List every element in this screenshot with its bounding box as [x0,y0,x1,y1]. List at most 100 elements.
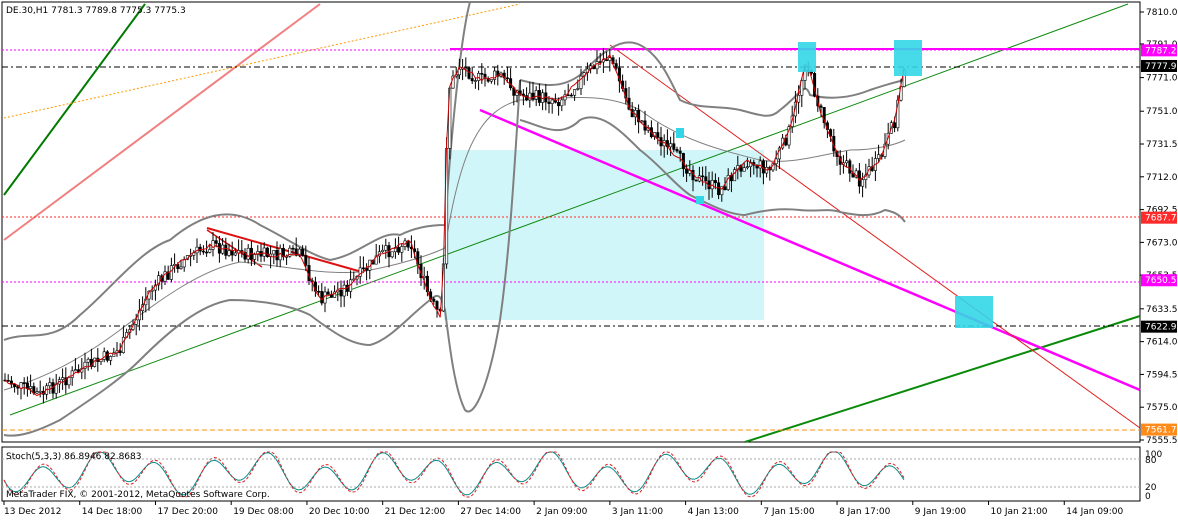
candle-body [246,247,250,260]
candle-body [669,143,673,148]
candle-body [550,99,554,104]
candle-body [397,247,401,253]
candle-body [848,160,852,174]
candle-body [13,384,17,387]
cyan-marker-box-1[interactable] [798,42,816,72]
candle-body [605,59,609,61]
time-tick-label: 27 Dec 14:00 [460,507,521,517]
metatrader-chart-window[interactable]: DE.30,H1 7781.3 7789.8 7775.3 7775.3 Sto… [0,0,1178,518]
candle-body [253,254,257,260]
cyan-marker-box-2[interactable] [894,40,922,76]
candle-body [205,251,209,254]
candle-body [262,247,266,257]
candle-body [672,143,676,150]
candle-body [614,63,618,69]
candle-body [861,179,865,187]
time-tick-label: 14 Jan 09:00 [1066,507,1123,517]
time-tick-label: 14 Dec 18:00 [82,507,143,517]
cyan-marker-box-3[interactable] [955,296,993,328]
time-tick-label: 10 Jan 21:00 [991,507,1048,517]
time-tick-label: 17 Dec 20:00 [157,507,218,517]
candle-body [224,244,228,256]
price-tick-label: 7575.0 [1146,403,1178,413]
candle-body [467,67,471,79]
candle-body [22,382,26,384]
candle-body [528,92,532,101]
stochastic-label: Stoch(5,3,3) 86.8946 82.8683 [6,452,141,462]
candle-body [576,88,580,90]
candle-body [233,252,237,256]
candle-body [464,67,468,70]
price-tick-label: 7810.0 [1146,8,1178,18]
candle-body [361,267,365,270]
price-tick-label: 7673.0 [1146,238,1178,248]
price-tick-label: 7614.0 [1146,338,1178,348]
candle-body [547,101,551,104]
candle-body [569,94,573,97]
candle-body [701,175,705,178]
price-tick-label: 7594.5 [1146,370,1178,380]
candle-body [109,356,113,361]
candle-body [505,77,509,80]
candle-body [214,240,218,244]
candle-body [61,377,65,380]
time-tick-label: 21 Dec 12:00 [385,507,446,517]
candle-body [317,290,321,293]
time-tick-label: 4 Jan 13:00 [688,507,740,517]
candle-body [118,350,122,353]
price-tick-label: 7633.5 [1146,305,1178,315]
candle-body [723,186,727,190]
time-tick-label: 9 Jan 19:00 [915,507,967,517]
candle-body [435,301,439,310]
candle-body [169,265,173,280]
candle-body [489,79,493,82]
candle-body [893,122,897,129]
candle-body [400,246,404,253]
time-tick-label: 20 Dec 10:00 [309,507,370,517]
candle-body [473,80,477,82]
cyan-marker-small-2 [696,196,704,204]
candle-body [877,154,881,159]
time-tick-label: 8 Jan 17:00 [839,507,891,517]
cyan-marker-small-1 [676,128,684,138]
time-tick-label: 13 Dec 2012 [4,507,62,517]
symbol-info-label: DE.30,H1 7781.3 7789.8 7775.3 7775.3 [6,6,186,16]
price-tag-label: 7622.9 [1145,323,1177,333]
candle-body [656,132,660,138]
candle-body [25,382,29,389]
candle-body [304,255,308,266]
candle-body [557,101,561,107]
price-tag-label: 7787.2 [1145,46,1177,56]
candle-body [566,94,570,97]
candle-body [6,379,10,382]
candle-body [470,78,474,82]
time-tick-label: 19 Dec 08:00 [233,507,294,517]
candle-body [758,160,762,169]
time-tick-label: 7 Jan 15:00 [763,507,815,517]
candle-body [480,73,484,75]
time-tick-label: 2 Jan 09:00 [536,507,588,517]
price-tick-label: 7771.0 [1146,74,1178,84]
candle-body [182,259,186,268]
price-chart[interactable]: DE.30,H1 7781.3 7789.8 7775.3 7775.3 Sto… [0,0,1178,518]
stoch-level-80: 80 [1145,456,1157,466]
candle-body [29,386,33,389]
candle-body [704,176,708,182]
candle-body [339,289,343,297]
candle-body [48,382,52,387]
price-tick-label: 7731.5 [1146,140,1178,150]
candle-body [457,68,461,76]
candle-body [640,120,644,123]
candle-body [19,382,23,389]
candle-body [819,105,823,108]
candle-body [230,250,234,256]
candle-body [86,358,90,363]
candle-body [38,390,42,393]
candle-body [381,249,385,253]
price-tag-label: 7650.5 [1145,276,1177,286]
candle-body [845,160,849,164]
candle-body [301,248,305,256]
candle-body [272,250,276,255]
cyan-zone [444,150,764,320]
candle-body [227,250,231,256]
